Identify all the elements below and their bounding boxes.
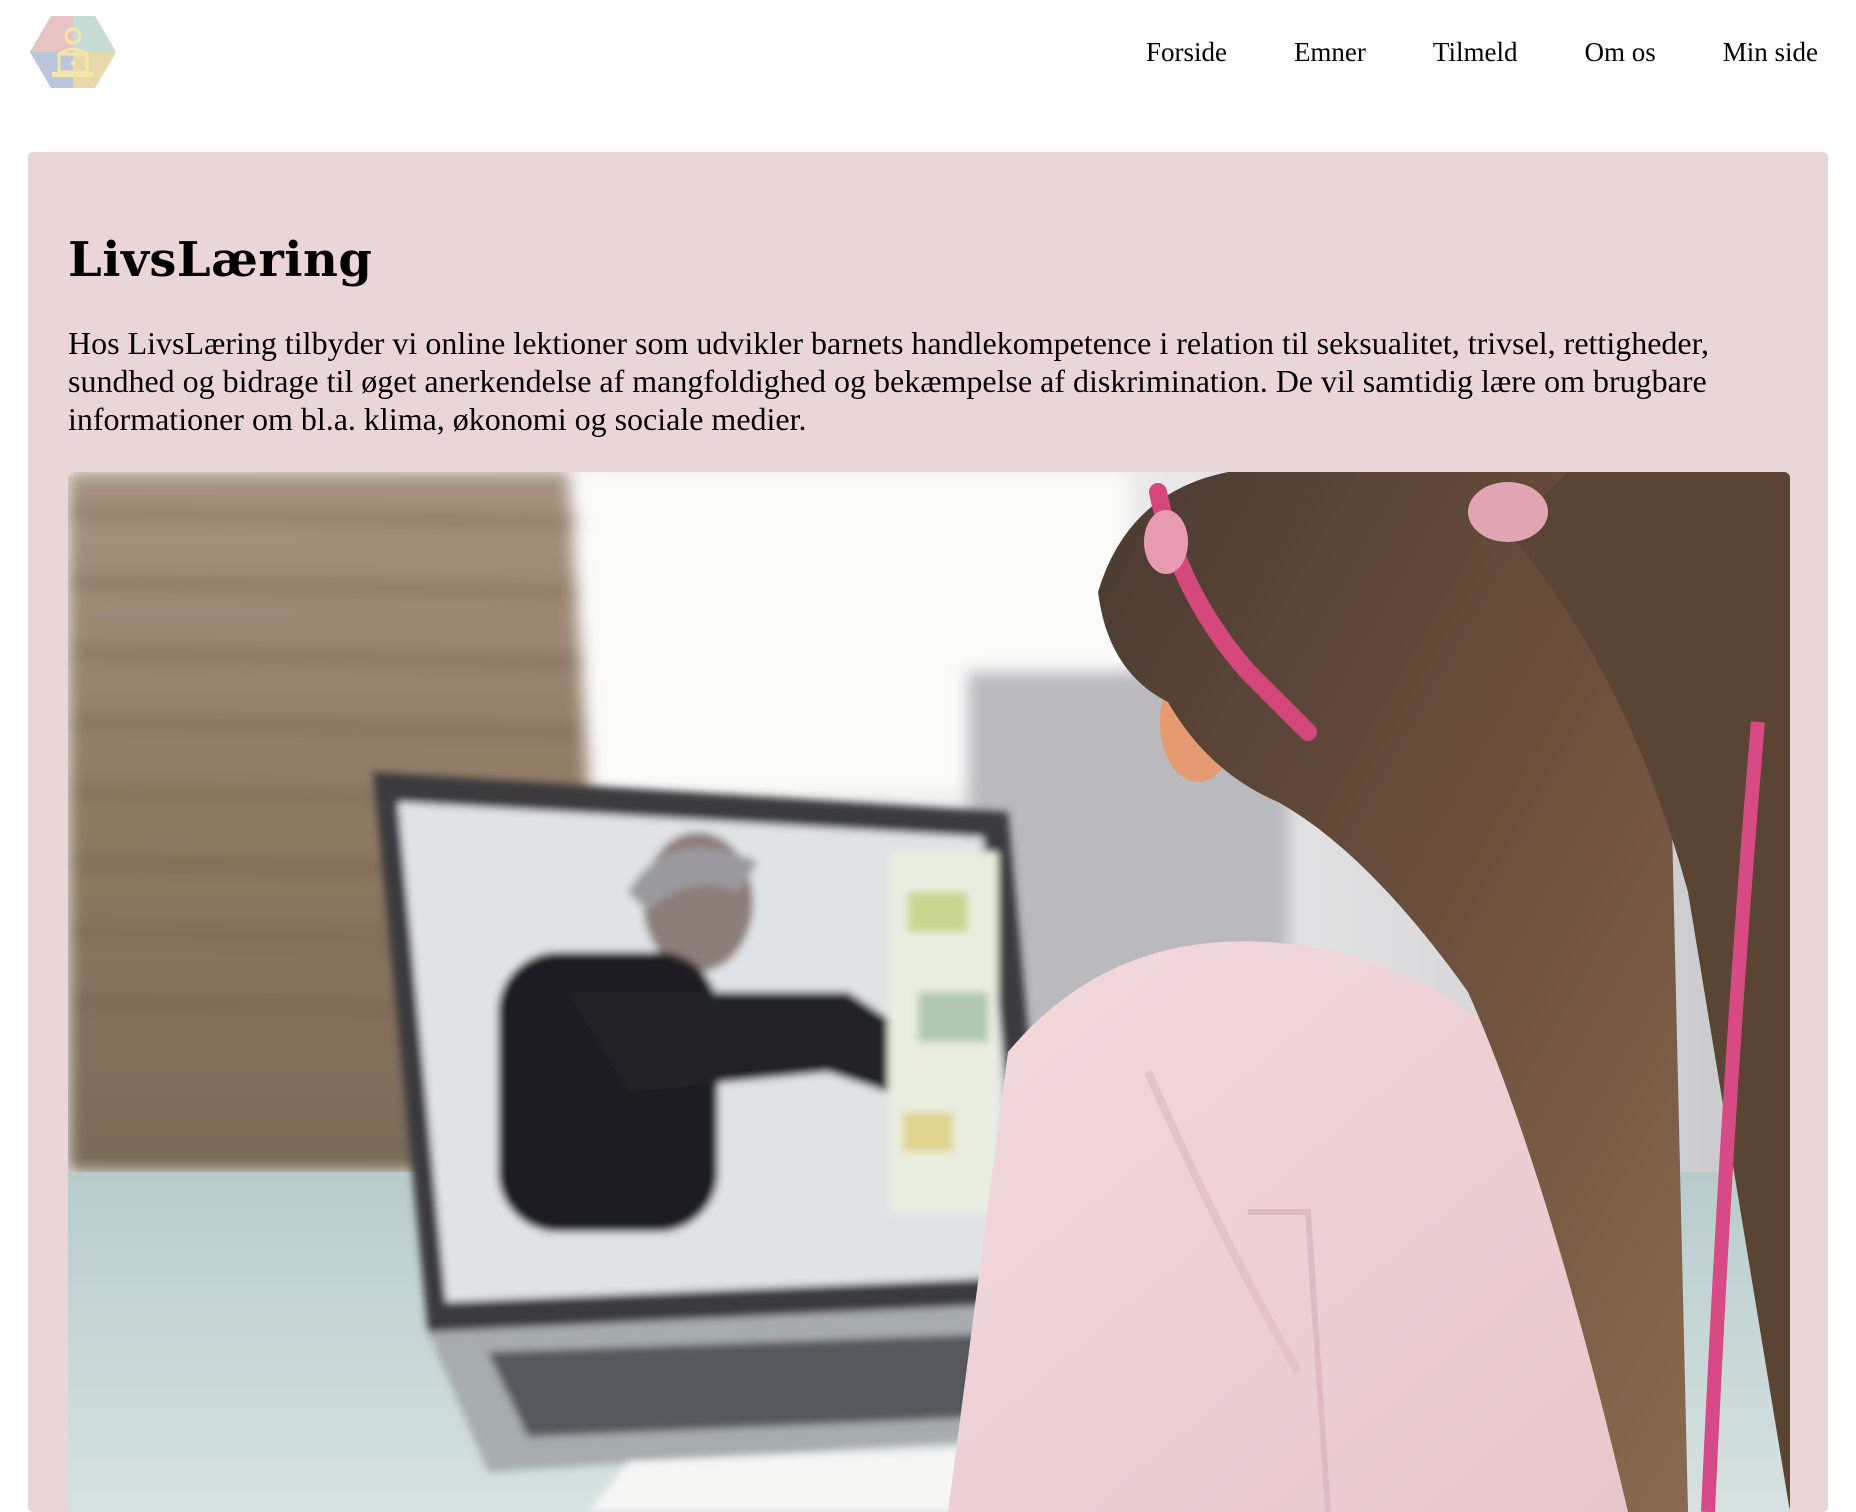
nav-om-os[interactable]: Om os <box>1584 34 1655 70</box>
nav-min-side[interactable]: Min side <box>1723 34 1818 70</box>
site-header: Forside Emner Tilmeld Om os Min side <box>0 0 1856 130</box>
hero-section: LivsLæring Hos LivsLæring tilbyder vi on… <box>28 152 1828 1512</box>
logo-icon[interactable] <box>30 14 116 90</box>
hero-image <box>68 472 1790 1512</box>
intro-text: Hos LivsLæring tilbyder vi online lektio… <box>68 325 1709 437</box>
main-nav: Forside Emner Tilmeld Om os Min side <box>1079 34 1818 70</box>
nav-emner[interactable]: Emner <box>1294 34 1366 70</box>
page-title: LivsLæring <box>68 232 373 288</box>
nav-tilmeld[interactable]: Tilmeld <box>1433 34 1518 70</box>
nav-forside[interactable]: Forside <box>1146 34 1227 70</box>
